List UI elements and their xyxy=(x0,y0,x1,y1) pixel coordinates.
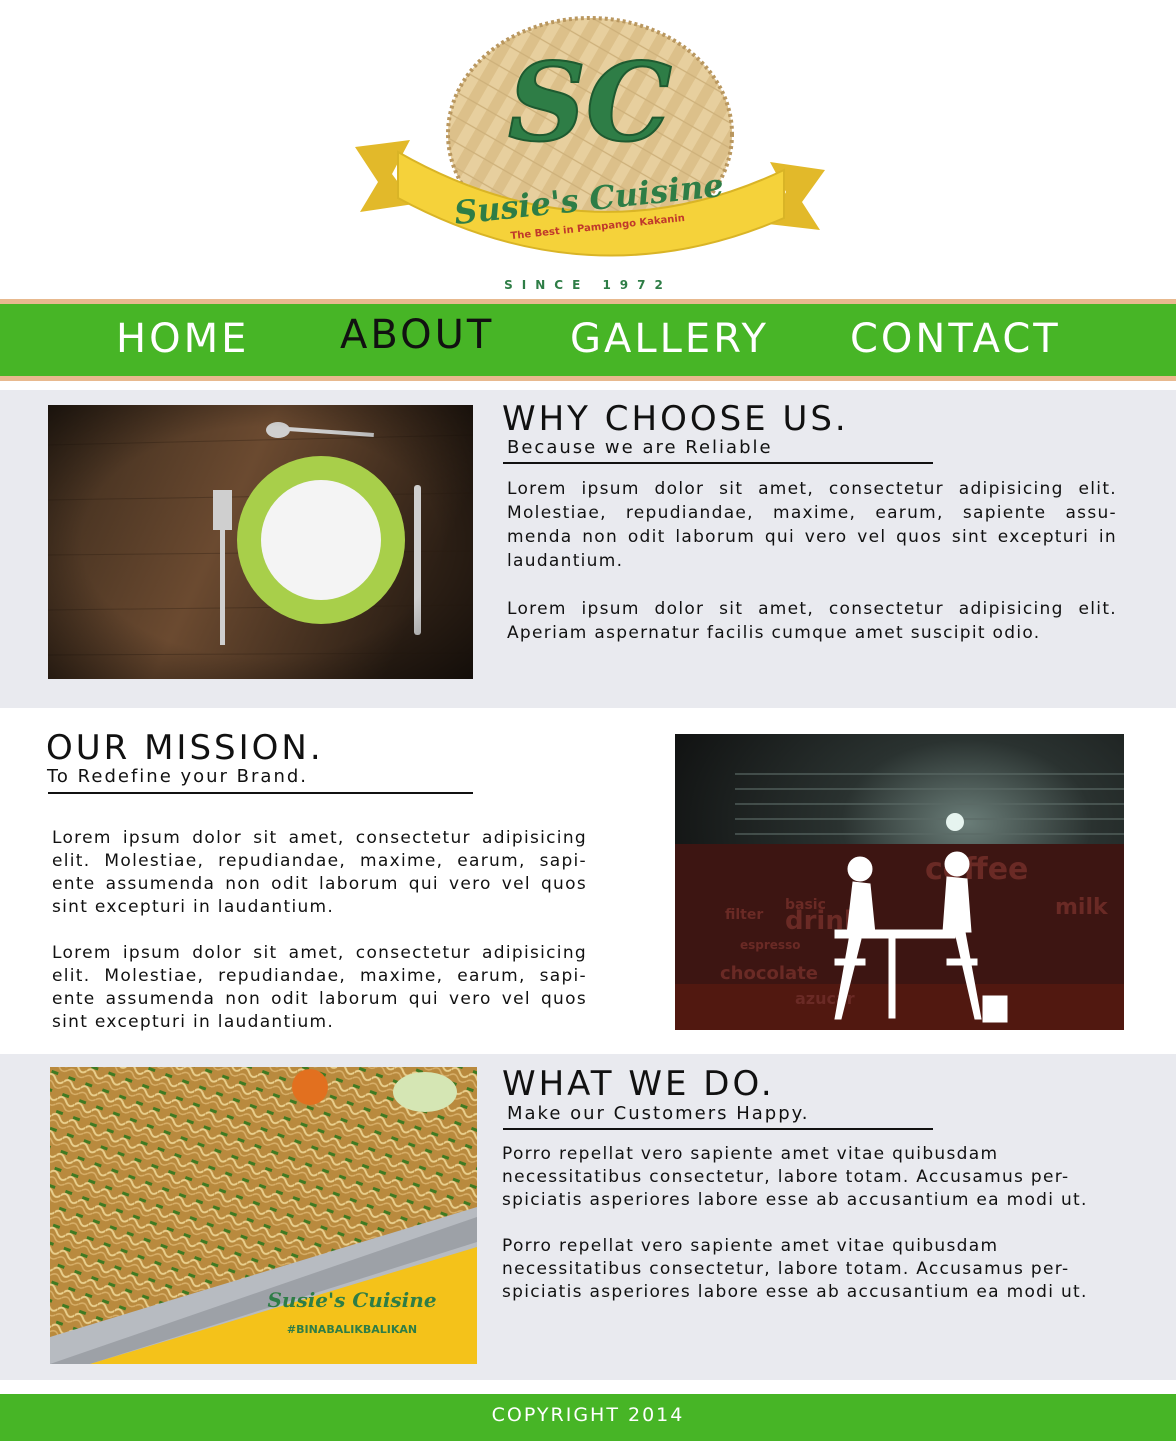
logo[interactable]: SC Susie's Cuisine The Best in Pampango … xyxy=(340,12,840,302)
promo-hashtag: #BINABALIKBALIKAN xyxy=(287,1323,417,1336)
mission-paragraph-2: Lorem ipsum dolor sit amet, consectetur … xyxy=(52,943,587,1032)
what-paragraph-1: Porro repellat vero sapiente amet vitae … xyxy=(502,1144,1088,1210)
copyright-text: COPYRIGHT 2014 xyxy=(491,1404,685,1426)
mission-subtitle: To Redefine your Brand. xyxy=(47,766,309,787)
mission-divider xyxy=(48,792,473,794)
why-subtitle: Because we are Reliable xyxy=(507,437,773,458)
why-divider xyxy=(503,462,933,464)
what-title: WHAT WE DO. xyxy=(502,1064,775,1104)
pancit-promo-image: Susie's Cuisine #BINABALIKBALIKAN xyxy=(50,1067,477,1364)
nav-about[interactable]: ABOUT xyxy=(340,309,494,361)
what-subtitle: Make our Customers Happy. xyxy=(507,1103,810,1124)
cafe-word-coffee: coffee xyxy=(925,852,1028,887)
promo-brand-name: Susie's Cuisine xyxy=(267,1288,436,1312)
cafe-word-milk: milk xyxy=(1055,895,1109,920)
cafe-word-filter: filter xyxy=(725,907,763,923)
cafe-word-basic: basic xyxy=(785,897,826,913)
nav-contact[interactable]: CONTACT xyxy=(850,313,1061,365)
why-title: WHY CHOOSE US. xyxy=(502,399,849,439)
nav-bottom-divider xyxy=(0,376,1176,381)
logo-graphic: SC Susie's Cuisine The Best in Pampango … xyxy=(355,16,825,257)
mission-title: OUR MISSION. xyxy=(46,728,324,768)
plate-cutlery-image xyxy=(47,405,474,679)
logo-monogram: SC xyxy=(508,40,672,166)
why-paragraph-2: Lorem ipsum dolor sit amet, consectetur … xyxy=(507,599,1117,643)
why-paragraph-1: Lorem ipsum dolor sit amet, consectetur … xyxy=(507,479,1117,571)
what-divider xyxy=(503,1128,933,1130)
since-label: SINCE 1972 xyxy=(504,278,672,292)
what-paragraph-2: Porro repellat vero sapiente amet vitae … xyxy=(502,1236,1088,1302)
nav-gallery[interactable]: GALLERY xyxy=(570,313,769,365)
coffee-shop-illustration: coffee drink milk basic filter chocolate… xyxy=(675,734,1124,1030)
cafe-word-espresso: espresso xyxy=(740,938,800,952)
cafe-word-chocolate: chocolate xyxy=(720,963,818,984)
nav-home[interactable]: HOME xyxy=(116,313,249,365)
mission-paragraph-1: Lorem ipsum dolor sit amet, consectetur … xyxy=(52,828,587,917)
